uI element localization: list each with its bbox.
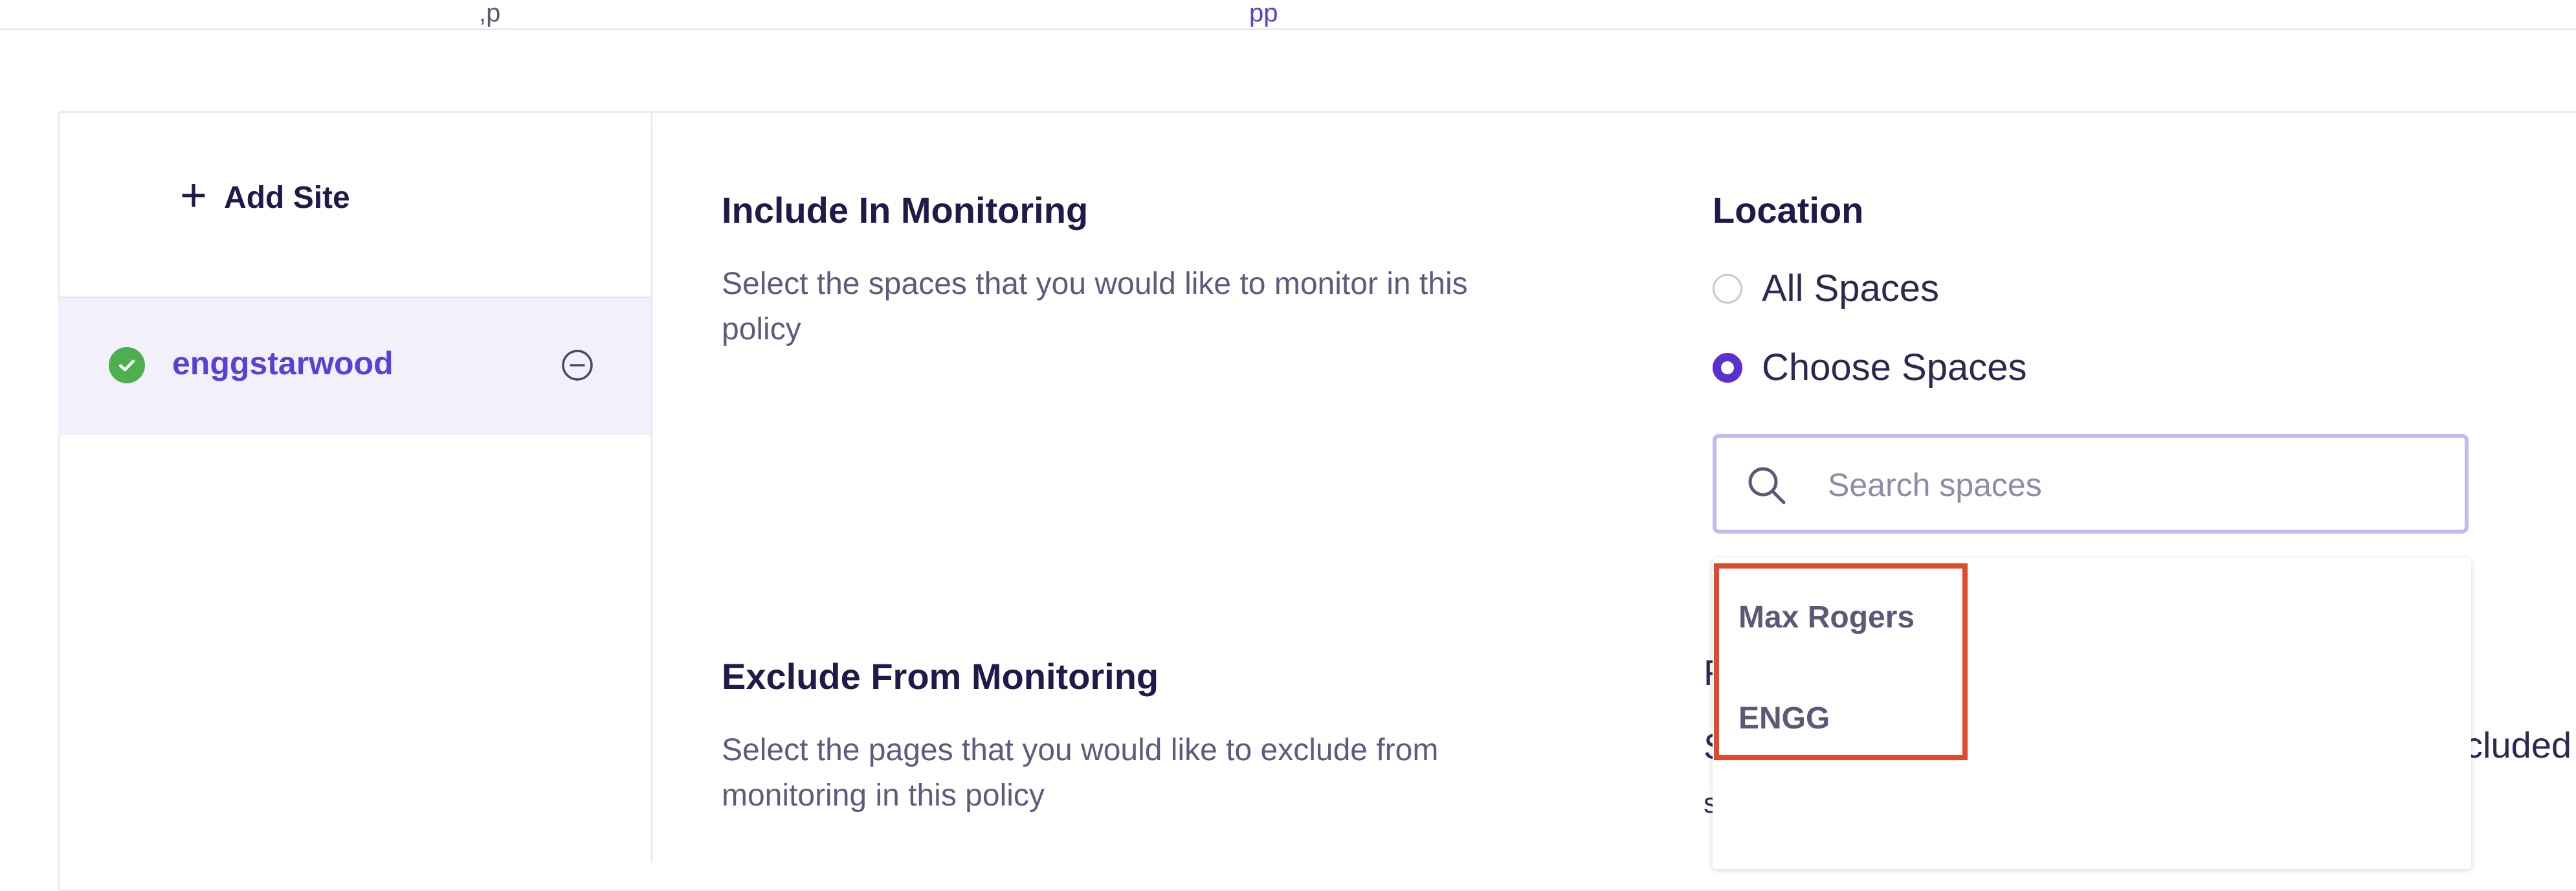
radio-all-spaces[interactable]: All Spaces [1713, 267, 1939, 310]
radio-all-spaces-label: All Spaces [1762, 267, 1940, 310]
radio-choose-spaces-label: Choose Spaces [1762, 346, 2027, 389]
exclude-description: Select the pages that you would like to … [722, 728, 1438, 818]
hidden-right-text: cluded [2465, 725, 2572, 765]
highlight-box [1714, 563, 1968, 760]
exclude-description-line2: monitoring in this policy [722, 778, 1045, 813]
radio-choose-spaces[interactable]: Choose Spaces [1713, 346, 2026, 389]
include-description-line2: policy [722, 312, 801, 346]
include-description: Select the spaces that you would like to… [722, 262, 1468, 352]
check-circle-icon [109, 347, 145, 383]
include-title: Include In Monitoring [722, 190, 1089, 231]
radio-selected-icon[interactable] [1713, 352, 1742, 383]
search-spaces-field[interactable] [1713, 434, 2469, 534]
location-title: Location [1713, 190, 1864, 231]
add-site-label: Add Site [224, 181, 350, 215]
site-name: enggstarwood [172, 345, 394, 381]
search-icon [1746, 465, 1788, 506]
search-input[interactable] [1827, 460, 2437, 510]
include-description-line1: Select the spaces that you would like to… [722, 267, 1468, 301]
add-site-button[interactable]: + Add Site [180, 169, 350, 221]
top-fragment: ,p [479, 0, 501, 27]
plus-icon: + [180, 169, 208, 221]
sites-sidebar: + Add Site enggstarwood [58, 111, 652, 863]
remove-circle-icon[interactable] [561, 348, 594, 382]
radio-unselected-icon[interactable] [1713, 273, 1742, 304]
exclude-title: Exclude From Monitoring [722, 656, 1159, 697]
site-item-enggstarwood[interactable]: enggstarwood [58, 298, 651, 435]
top-fragment-link[interactable]: pp [1249, 0, 1278, 26]
exclude-description-line1: Select the pages that you would like to … [722, 733, 1439, 767]
top-strip: ,p pp [0, 0, 2576, 30]
